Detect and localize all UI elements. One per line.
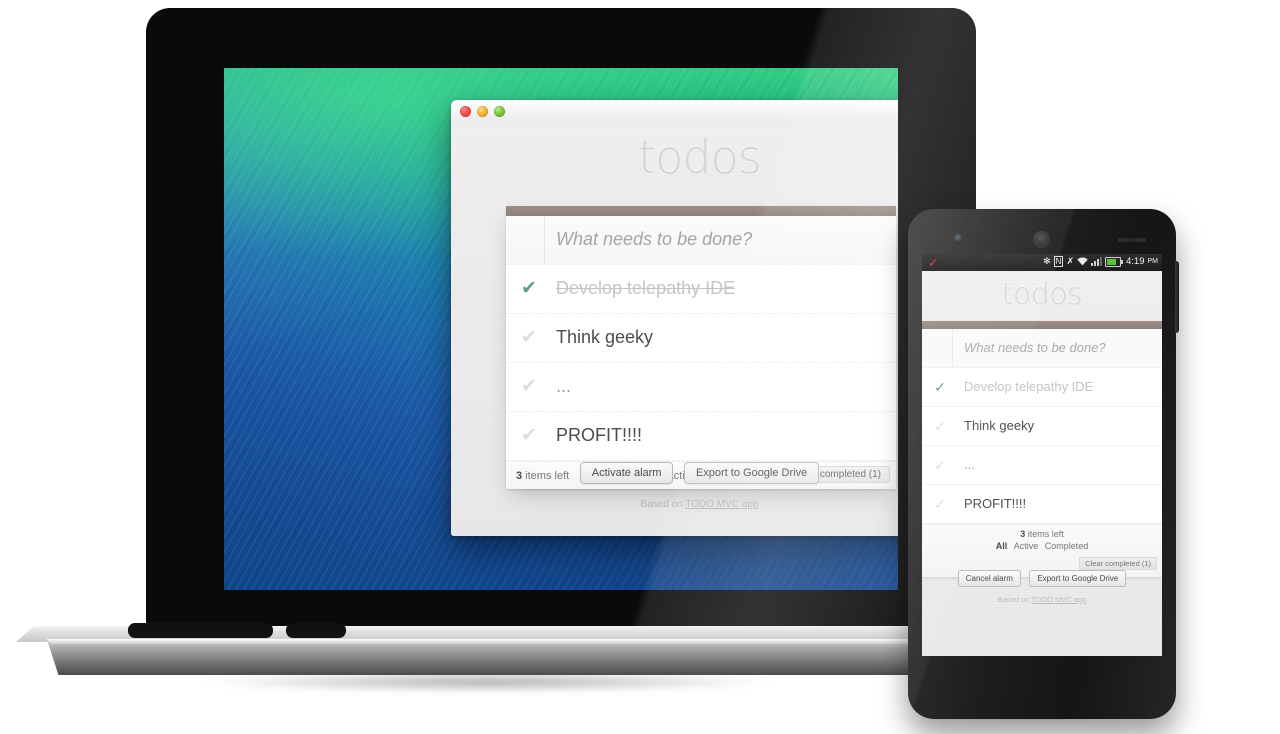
phone-todomvc-link[interactable]: TODO MVC app	[1031, 595, 1086, 604]
checkmark-icon[interactable]: ✓	[932, 496, 948, 512]
todo-item[interactable]: ✔ ...	[506, 363, 896, 412]
phone-device: ✓ ✻ N ✗ 4:19 PM todos What needs to be d…	[908, 209, 1179, 719]
margin-line	[544, 216, 545, 264]
todomvc-link[interactable]: TODO MVC app	[685, 499, 758, 510]
checkmark-icon[interactable]: ✔	[518, 377, 540, 399]
todo-title: PROFIT!!!!	[556, 425, 643, 445]
todo-app-window[interactable]: todos What needs to be done? ✔ Develop t…	[451, 100, 898, 536]
bluetooth-icon: ✻	[1043, 256, 1051, 266]
phone-filter-active[interactable]: Active	[1014, 541, 1039, 551]
window-body: todos What needs to be done? ✔ Develop t…	[451, 122, 898, 536]
phone-todo-title: ...	[964, 457, 975, 472]
checkmark-icon[interactable]: ✔	[518, 279, 540, 301]
extra-actions: Activate alarm Export to Google Drive	[451, 462, 898, 484]
mute-icon: ✗	[1066, 256, 1074, 266]
scene: todos What needs to be done? ✔ Develop t…	[0, 0, 1280, 734]
phone-todo-item[interactable]: ✓ Think geeky	[922, 407, 1162, 446]
phone-filter-all[interactable]: All	[996, 541, 1008, 551]
based-on-credit: Based on TODO MVC app	[451, 499, 898, 510]
phone-export-drive-button[interactable]: Export to Google Drive	[1029, 570, 1127, 587]
phone-screen: ✓ ✻ N ✗ 4:19 PM todos What needs to be d…	[922, 254, 1162, 656]
based-on-prefix: Based on	[640, 499, 686, 510]
status-icons: ✻ N ✗ 4:19 PM	[1043, 256, 1158, 267]
phone-margin-line	[952, 329, 953, 367]
checkmark-icon[interactable]: ✔	[518, 426, 540, 448]
laptop-foot	[286, 623, 346, 638]
signal-icon	[1091, 257, 1102, 266]
sensor-strip	[1118, 238, 1146, 242]
checkmark-icon[interactable]: ✔	[518, 328, 540, 350]
phone-filter-group: All Active Completed	[922, 541, 1162, 551]
todo-title: Develop telepathy IDE	[556, 278, 736, 298]
minimize-icon[interactable]	[477, 106, 488, 117]
phone-todo-item[interactable]: ✓ Develop telepathy IDE	[922, 368, 1162, 407]
nfc-icon: N	[1053, 256, 1064, 267]
front-camera-icon	[954, 234, 963, 243]
checkmark-icon[interactable]: ✓	[932, 379, 948, 395]
checkmark-icon[interactable]: ✓	[932, 418, 948, 434]
phone-todo-title: Develop telepathy IDE	[964, 379, 1094, 394]
clock-ampm: PM	[1147, 258, 1159, 265]
phone-based-on-prefix: Based on	[997, 595, 1032, 604]
todo-card: What needs to be done? ✔ Develop telepat…	[506, 206, 896, 489]
window-titlebar[interactable]	[451, 100, 898, 123]
android-status-bar: ✓ ✻ N ✗ 4:19 PM	[922, 254, 1162, 271]
clock-time: 4:19	[1126, 256, 1145, 267]
phone-todo-item[interactable]: ✓ PROFIT!!!!	[922, 485, 1162, 524]
battery-icon	[1105, 256, 1123, 267]
checkmark-icon[interactable]: ✓	[932, 457, 948, 473]
earpiece-speaker-icon	[1033, 231, 1050, 248]
phone-new-todo-row[interactable]: What needs to be done?	[922, 329, 1162, 368]
phone-items-left-label: items left	[1025, 529, 1064, 539]
new-todo-input[interactable]: What needs to be done?	[556, 229, 752, 250]
phone-based-on-credit: Based on TODO MVC app	[922, 595, 1162, 604]
phone-extra-actions: Cancel alarm Export to Google Drive Base…	[922, 557, 1162, 604]
phone-card-top-bar	[922, 321, 1162, 329]
card-top-bar	[506, 206, 896, 216]
laptop-device: todos What needs to be done? ✔ Develop t…	[146, 8, 976, 630]
new-todo-row[interactable]: What needs to be done?	[506, 216, 896, 265]
phone-items-left-counter: 3 items left	[922, 529, 1162, 539]
phone-action-row: Cancel alarm Export to Google Drive	[922, 568, 1162, 587]
todo-item[interactable]: ✔ Think geeky	[506, 314, 896, 363]
laptop-base-body	[46, 639, 918, 675]
cancel-alarm-button[interactable]: Cancel alarm	[957, 570, 1021, 587]
laptop-base-edge	[46, 639, 918, 644]
phone-power-button[interactable]	[1175, 261, 1179, 333]
phone-app-brand-title: todos	[1001, 277, 1083, 312]
phone-todo-item[interactable]: ✓ ...	[922, 446, 1162, 485]
phone-todo-card: What needs to be done? ✓ Develop telepat…	[922, 321, 1162, 577]
phone-app-body: todos What needs to be done? ✓ Develop t…	[922, 271, 1162, 656]
phone-filter-completed[interactable]: Completed	[1045, 541, 1089, 551]
todo-item[interactable]: ✔ Develop telepathy IDE	[506, 265, 896, 314]
close-icon[interactable]	[460, 106, 471, 117]
export-drive-button[interactable]: Export to Google Drive	[683, 462, 820, 484]
phone-todo-title: Think geeky	[964, 418, 1035, 433]
wifi-icon	[1077, 257, 1088, 266]
todo-title: ...	[556, 376, 572, 396]
activate-alarm-button[interactable]: Activate alarm	[579, 462, 674, 484]
todo-item[interactable]: ✔ PROFIT!!!!	[506, 412, 896, 461]
todo-title: Think geeky	[556, 327, 654, 347]
app-notification-icon: ✓	[928, 255, 939, 270]
phone-new-todo-input[interactable]: What needs to be done?	[964, 340, 1106, 355]
laptop-screen: todos What needs to be done? ✔ Develop t…	[224, 68, 898, 590]
app-brand-title: todos	[638, 130, 762, 184]
phone-todo-title: PROFIT!!!!	[964, 496, 1027, 511]
laptop-foot	[128, 623, 273, 638]
laptop-base	[8, 623, 928, 700]
maximize-icon[interactable]	[494, 106, 505, 117]
